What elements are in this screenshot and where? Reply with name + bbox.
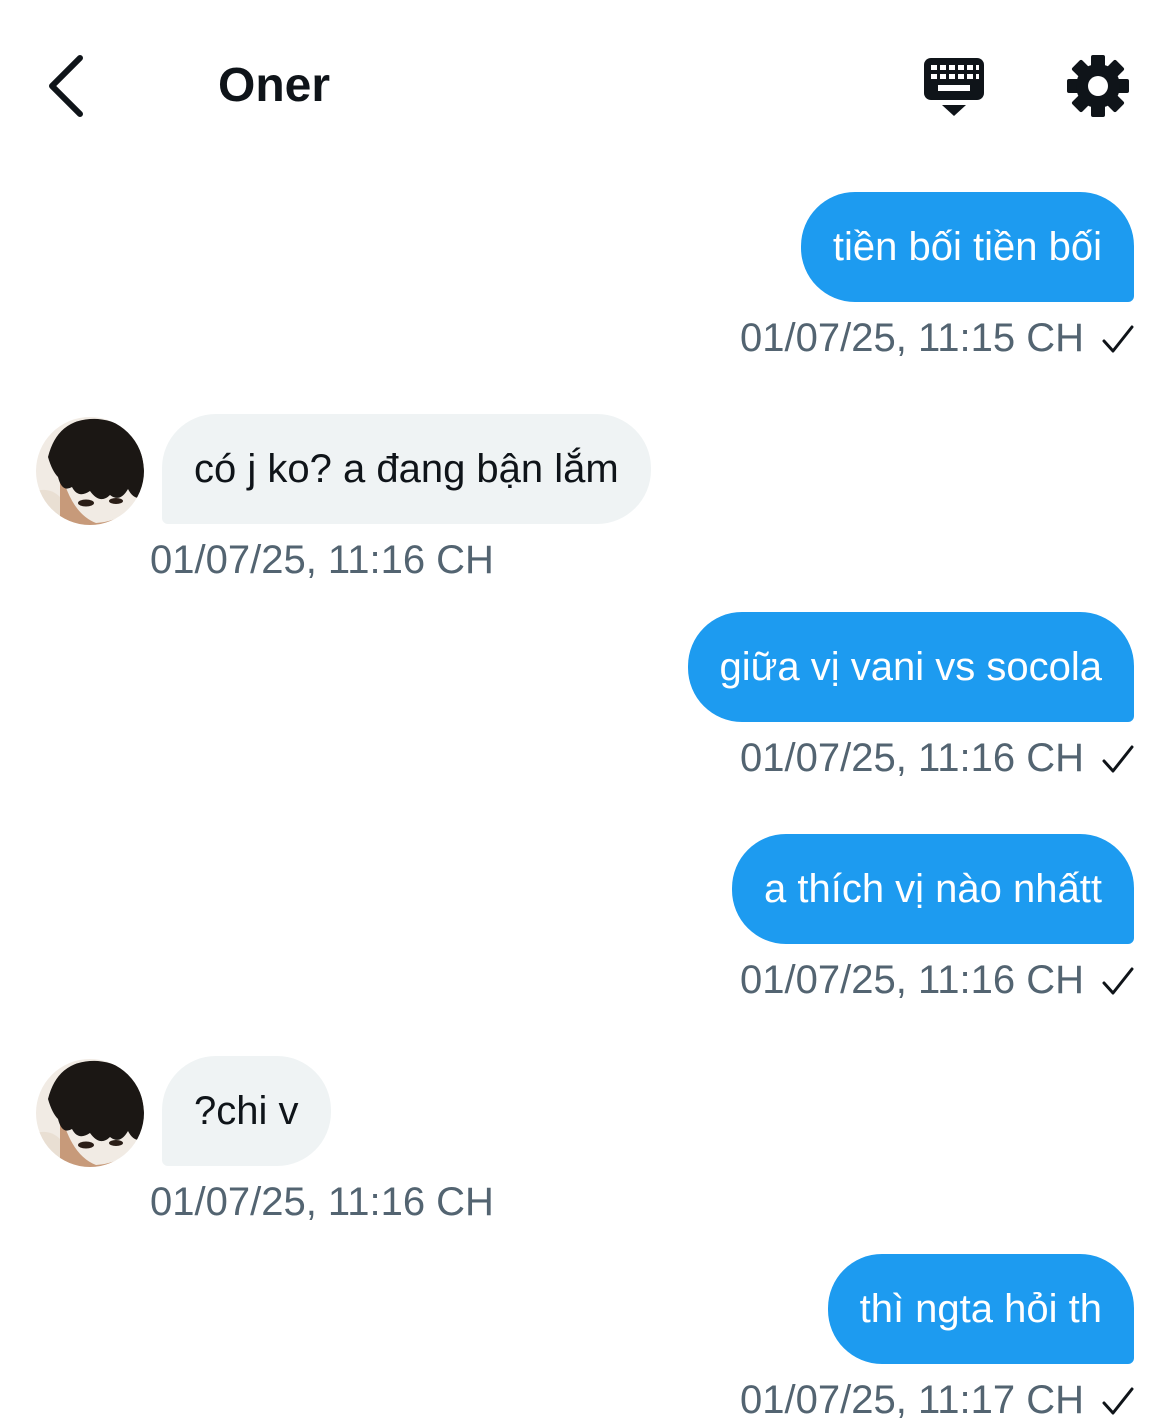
profile-photo bbox=[36, 1059, 144, 1167]
message-timestamp: 01/07/25, 11:16 CH bbox=[150, 1180, 494, 1224]
message-meta: 01/07/25, 11:16 CH bbox=[150, 1180, 494, 1225]
conversation-title: Oner bbox=[218, 59, 331, 112]
message-meta: 01/07/25, 11:16 CH bbox=[150, 538, 494, 583]
avatar[interactable] bbox=[36, 417, 144, 525]
message-meta: 01/07/25, 11:15 CH bbox=[740, 316, 1136, 361]
keyboard-button[interactable] bbox=[918, 54, 990, 118]
checkmark-icon bbox=[1102, 325, 1134, 352]
message-meta: 01/07/25, 11:16 CH bbox=[740, 736, 1136, 781]
settings-button[interactable] bbox=[1064, 52, 1132, 120]
outgoing-message-bubble[interactable]: a thích vị nào nhấtt bbox=[731, 834, 1134, 944]
outgoing-message-bubble[interactable]: tiền bối tiền bối bbox=[800, 192, 1134, 302]
outgoing-message-bubble[interactable]: thì ngta hỏi th bbox=[827, 1254, 1134, 1364]
chevron-left-icon bbox=[49, 55, 83, 117]
checkmark-icon bbox=[1102, 745, 1134, 772]
message-timestamp: 01/07/25, 11:17 CH bbox=[740, 1378, 1084, 1422]
message-timestamp: 01/07/25, 11:16 CH bbox=[150, 538, 494, 582]
outgoing-message-bubble[interactable]: giữa vị vani vs socola bbox=[687, 612, 1134, 722]
incoming-message-bubble[interactable]: có j ko? a đang bận lắm bbox=[162, 414, 651, 524]
chat-screen: Oner tiền bối tiền bối 01/07/25, 11:15 C… bbox=[0, 0, 1170, 1428]
message-timestamp: 01/07/25, 11:16 CH bbox=[740, 958, 1084, 1002]
back-button[interactable] bbox=[36, 50, 96, 120]
profile-photo bbox=[36, 417, 144, 525]
message-meta: 01/07/25, 11:17 CH bbox=[740, 1378, 1136, 1423]
checkmark-icon bbox=[1102, 967, 1134, 994]
incoming-message-bubble[interactable]: ?chi v bbox=[162, 1056, 331, 1166]
chat-header: Oner bbox=[0, 0, 1170, 170]
message-meta: 01/07/25, 11:16 CH bbox=[740, 958, 1136, 1003]
gear-icon bbox=[1067, 55, 1129, 117]
checkmark-icon bbox=[1102, 1387, 1134, 1414]
avatar[interactable] bbox=[36, 1059, 144, 1167]
message-timestamp: 01/07/25, 11:16 CH bbox=[740, 736, 1084, 780]
keyboard-icon bbox=[924, 58, 984, 116]
message-timestamp: 01/07/25, 11:15 CH bbox=[740, 316, 1084, 360]
